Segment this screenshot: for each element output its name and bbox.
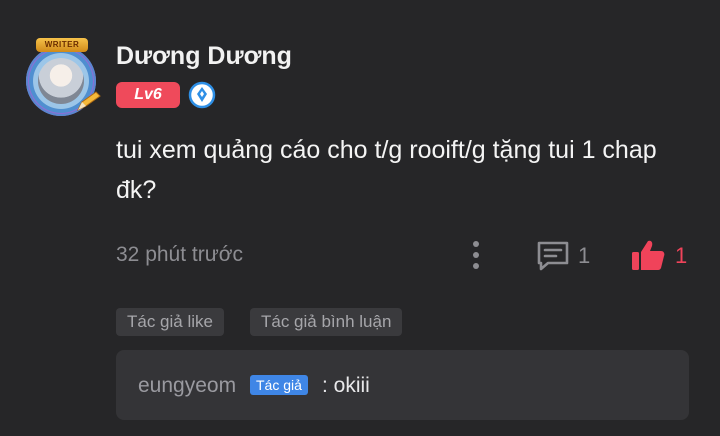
username[interactable]: Dương Dương xyxy=(116,42,292,71)
pencil-icon xyxy=(76,91,101,112)
reply-preview[interactable]: eungyeom Tác giả : okiii xyxy=(116,350,689,420)
author-badge: Tác giả xyxy=(250,375,308,395)
like-count: 1 xyxy=(675,243,688,268)
avatar[interactable]: WRITER xyxy=(24,38,102,116)
rank-diamond-icon xyxy=(188,81,216,109)
comment-card: WRITER Dương Dương Lv6 tui xem quảng cáo… xyxy=(0,0,720,436)
like-icon[interactable] xyxy=(630,238,666,272)
timestamp: 32 phút trước xyxy=(116,243,244,266)
reply-count: 1 xyxy=(578,243,591,268)
comment-text: tui xem quảng cáo cho t/g rooift/g tặng … xyxy=(116,136,657,204)
reply-username[interactable]: eungyeom xyxy=(138,374,236,398)
level-badge: Lv6 xyxy=(116,82,180,108)
tag-author-commented: Tác giả bình luận xyxy=(250,308,403,336)
tag-author-liked: Tác giả like xyxy=(116,308,224,336)
writer-badge: WRITER xyxy=(36,38,88,52)
comment-icon[interactable] xyxy=(536,240,570,272)
more-vertical-icon[interactable] xyxy=(468,238,484,272)
reply-text: : okiii xyxy=(322,374,370,397)
